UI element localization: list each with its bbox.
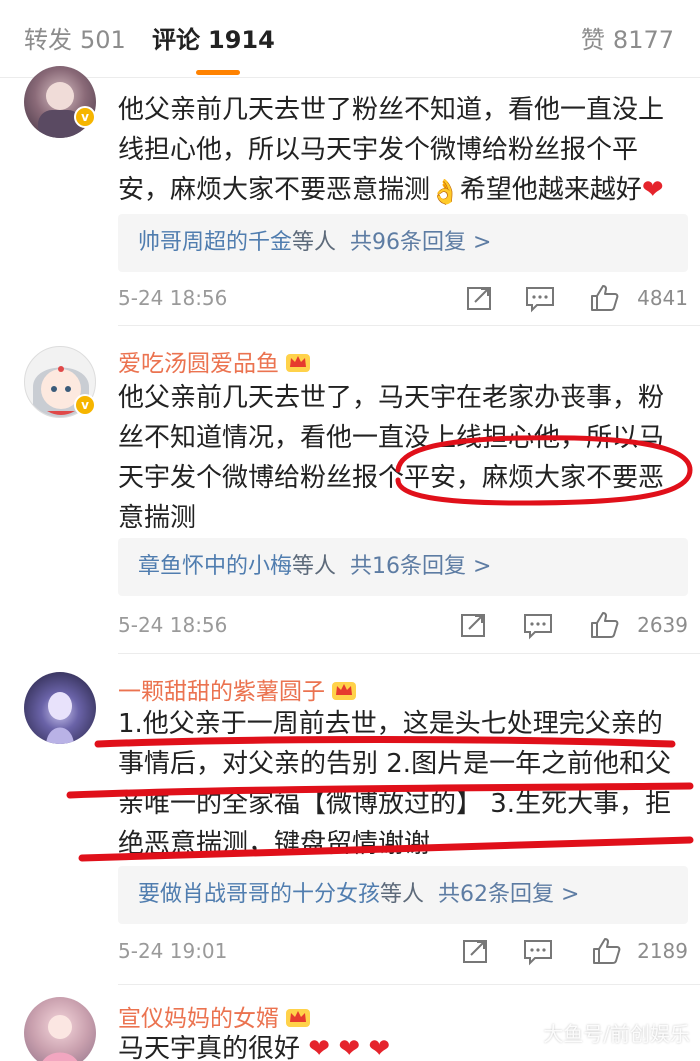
like-count: 2639	[637, 613, 688, 637]
tab-reposts-count: 501	[80, 26, 126, 54]
username[interactable]: 一颗甜甜的紫薯圆子	[118, 672, 357, 706]
comment-item: 一颗甜甜的紫薯圆子 1.他父亲于一周前去世，这是头七处理完父亲的事情后，对父亲的…	[0, 654, 700, 984]
heart-emoji: ❤	[641, 175, 664, 205]
reply-names[interactable]: 要做肖战哥哥的十分女孩	[138, 882, 380, 907]
avatar[interactable]	[24, 672, 96, 744]
ok-hand-emoji: 👌	[430, 178, 460, 206]
comment-text-tail: 希望他越来越好	[459, 175, 642, 205]
comment-text: 他父亲前几天去世了，马天宇在老家办丧事，粉丝不知道情况，看他一直没上线担心他，所…	[118, 378, 688, 574]
comment-icon[interactable]	[524, 283, 556, 313]
like-icon[interactable]	[590, 936, 622, 966]
like-count: 2189	[637, 939, 688, 963]
comment-tab-bar: 转发 501 评论 1914 赞 8177	[0, 0, 700, 78]
share-icon[interactable]	[464, 283, 496, 313]
like-icon[interactable]	[588, 610, 620, 640]
avatar[interactable]	[24, 997, 96, 1061]
like-count: 4841	[637, 286, 688, 310]
verified-badge-icon: v	[74, 106, 96, 128]
reply-mid: 等人	[380, 882, 425, 907]
avatar-photo	[42, 1015, 78, 1061]
watermark-text: 大鱼号/前创娱乐	[543, 1022, 690, 1046]
tab-likes[interactable]: 赞 8177	[581, 22, 674, 58]
comment-icon[interactable]	[522, 936, 554, 966]
comment-item: v 爱吃汤圆爱品鱼 他父亲前几天去世了，马天宇在老家办丧事，粉丝不知道情况，看他…	[0, 326, 700, 653]
reply-names[interactable]: 章鱼怀中的小梅	[138, 554, 292, 579]
reply-count-link[interactable]: 共16条回复 >	[350, 554, 491, 579]
share-icon[interactable]	[458, 610, 490, 640]
comment-meta: 5-24 19:01 2189	[118, 936, 688, 966]
comment-text-body: 他父亲前几天去世了，马天宇在老家办丧事，粉丝不知道情况，看他一直没上线担心他，所…	[118, 383, 665, 533]
username[interactable]: 爱吃汤圆爱品鱼	[118, 344, 311, 378]
crown-badge-icon	[332, 682, 356, 700]
username-text[interactable]: 一颗甜甜的紫薯圆子	[118, 679, 325, 705]
tab-reposts-label: 转发	[24, 26, 72, 54]
tab-likes-label: 赞	[580, 26, 605, 54]
reply-names[interactable]: 帅哥周超的千金	[138, 230, 292, 255]
tab-likes-count: 8177	[612, 26, 674, 54]
tab-comments-label: 评论	[152, 26, 200, 54]
reply-mid: 等人	[292, 230, 337, 255]
comment-text: 1.他父亲于一周前去世，这是头七处理完父亲的事情后，对父亲的告别 2.图片是一年…	[118, 709, 672, 859]
reply-count-link[interactable]: 共62条回复 >	[438, 882, 579, 907]
active-tab-indicator	[196, 70, 240, 75]
comment-time: 5-24 19:01	[118, 939, 228, 963]
comment-time: 5-24 18:56	[118, 286, 228, 310]
tab-reposts[interactable]: 转发 501	[24, 22, 126, 58]
crown-badge-icon	[286, 354, 310, 372]
watermark: 大鱼号/前创娱乐	[521, 1018, 690, 1047]
username[interactable]: 宣仪妈妈的女婿	[118, 999, 311, 1033]
reply-summary[interactable]: 帅哥周超的千金等人 共96条回复 >	[118, 214, 688, 272]
reply-summary[interactable]: 要做肖战哥哥的十分女孩等人 共62条回复 >	[118, 866, 688, 924]
heart-emoji: ❤ ❤ ❤	[308, 1034, 391, 1061]
watermark-logo-icon	[521, 1025, 540, 1043]
share-icon[interactable]	[460, 936, 492, 966]
verified-badge-icon: v	[74, 394, 96, 416]
comment-time: 5-24 18:56	[118, 613, 228, 637]
comment-meta: 5-24 18:56 4841	[118, 283, 688, 313]
avatar-photo	[46, 692, 74, 744]
tab-comments-count: 1914	[208, 26, 275, 54]
comment-item: v 他父亲前几天去世了粉丝不知道，看他一直没上线担心他，所以马天宇发个微博给粉丝…	[0, 66, 700, 326]
comment-text-body: 马天宇真的很好	[118, 1034, 301, 1061]
comment-meta: 5-24 18:56 2639	[118, 610, 688, 640]
comment-text: 他父亲前几天去世了粉丝不知道，看他一直没上线担心他，所以马天宇发个微博给粉丝报个…	[118, 90, 688, 220]
reply-summary[interactable]: 章鱼怀中的小梅等人 共16条回复 >	[118, 538, 688, 596]
comment-icon[interactable]	[522, 610, 554, 640]
crown-badge-icon	[286, 1009, 310, 1027]
tab-comments[interactable]: 评论 1914	[152, 22, 275, 58]
reply-mid: 等人	[292, 554, 337, 579]
username-text[interactable]: 爱吃汤圆爱品鱼	[118, 351, 279, 377]
like-icon[interactable]	[588, 283, 620, 313]
reply-count-link[interactable]: 共96条回复 >	[350, 230, 491, 255]
